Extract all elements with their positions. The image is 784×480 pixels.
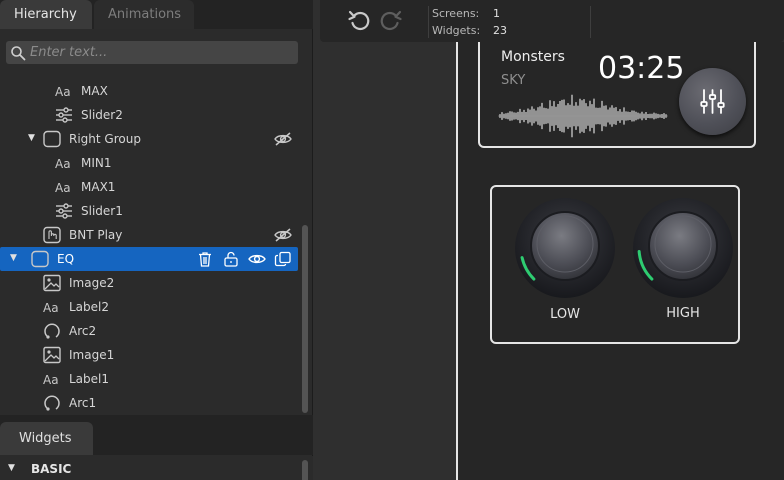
tree-row-max[interactable]: Aa MAX — [0, 79, 298, 103]
tree-row-arc2[interactable]: Arc2 — [0, 319, 298, 343]
tab-hierarchy[interactable]: Hierarchy — [0, 0, 92, 29]
search-icon — [11, 46, 26, 61]
search-input[interactable] — [30, 41, 292, 64]
svg-text:Aa: Aa — [43, 373, 59, 387]
tab-widgets[interactable]: Widgets — [0, 422, 93, 455]
arc-icon — [42, 322, 62, 340]
tree-row-label: Slider1 — [81, 204, 123, 218]
tree-row-slider1[interactable]: Slider1 — [0, 199, 298, 223]
button-icon — [42, 226, 62, 244]
duplicate-icon[interactable] — [274, 251, 292, 267]
tree-row-max1[interactable]: Aa MAX1 — [0, 175, 298, 199]
tree-row-label: MIN1 — [81, 156, 112, 170]
tree-row-label: Arc1 — [69, 396, 97, 410]
hidden-eye-icon[interactable] — [274, 131, 292, 147]
image-icon — [42, 274, 62, 292]
slider-icon — [54, 106, 74, 124]
widgets-tabbar: Widgets — [0, 415, 313, 455]
tree-row-label: Label1 — [69, 372, 110, 386]
widgets-count: 23 — [493, 24, 507, 37]
equalizer-sliders-icon — [700, 89, 725, 114]
unlock-icon[interactable] — [222, 251, 240, 267]
image-icon — [42, 346, 62, 364]
tree-row-label: Right Group — [69, 132, 141, 146]
waveform-image[interactable] — [498, 92, 668, 140]
expand-arrow-icon[interactable]: ▼ — [28, 133, 38, 143]
expand-arrow-icon: ▼ — [8, 463, 15, 473]
toolbar-divider — [590, 6, 591, 38]
svg-text:Aa: Aa — [55, 181, 71, 195]
svg-text:Aa: Aa — [55, 157, 71, 171]
eq-toggle-button[interactable] — [679, 68, 746, 135]
widgets-label: Widgets: — [432, 24, 481, 37]
tree-row-min1[interactable]: Aa MIN1 — [0, 151, 298, 175]
editor-window: Hierarchy Animations Aa MAX Slider2 ▼ Right … — [0, 0, 784, 480]
label-icon: Aa — [54, 154, 74, 172]
tree-row-label1[interactable]: Aa Label1 — [0, 367, 298, 391]
tree-row-label: MAX — [81, 84, 108, 98]
widget-category-basic[interactable]: ▼ BASIC — [0, 456, 313, 480]
search-box — [6, 41, 298, 64]
song-subtitle[interactable]: SKY — [501, 73, 525, 88]
widgets-scrollbar[interactable] — [302, 460, 308, 480]
delete-icon[interactable] — [196, 251, 214, 267]
tree-row-label: Image1 — [69, 348, 115, 362]
tree-row-label: EQ — [57, 252, 75, 266]
expand-arrow-icon[interactable]: ▼ — [10, 253, 20, 263]
hierarchy-tree: Aa MAX Slider2 ▼ Right Group Aa MIN1 Aa MAX1 Slid… — [0, 79, 300, 415]
label-icon: Aa — [54, 178, 74, 196]
tree-row-label: MAX1 — [81, 180, 116, 194]
tree-row-slider2[interactable]: Slider2 — [0, 103, 298, 127]
hierarchy-scrollbar[interactable] — [302, 225, 308, 413]
undo-icon[interactable] — [347, 8, 373, 34]
slider-icon — [54, 202, 74, 220]
tree-row-image1[interactable]: Image1 — [0, 343, 298, 367]
hierarchy-tabbar: Hierarchy Animations — [0, 0, 313, 29]
knob-label-low[interactable]: LOW — [535, 307, 595, 322]
song-title[interactable]: Monsters — [501, 49, 565, 65]
tree-row-label: Label2 — [69, 300, 110, 314]
knob-low[interactable] — [513, 196, 617, 300]
knob-label-high[interactable]: HIGH — [653, 306, 713, 321]
tree-row-label: Slider2 — [81, 108, 123, 122]
container-icon — [42, 130, 62, 148]
tree-row-label2[interactable]: Aa Label2 — [0, 295, 298, 319]
label-icon: Aa — [54, 82, 74, 100]
label-icon: Aa — [42, 370, 62, 388]
label-icon: Aa — [42, 298, 62, 316]
toolbar: Screens: 1 Widgets: 23 — [320, 0, 784, 42]
hierarchy-panel: Hierarchy Animations Aa MAX Slider2 ▼ Right … — [0, 0, 313, 480]
container-icon — [30, 250, 50, 268]
tree-row-label: Image2 — [69, 276, 115, 290]
arc-icon — [42, 394, 62, 412]
hidden-eye-icon[interactable] — [274, 227, 292, 243]
widget-category-label: BASIC — [31, 462, 72, 476]
tree-row-right-group[interactable]: ▼ Right Group — [0, 127, 298, 151]
tree-row-eq[interactable]: ▼ EQ — [0, 247, 298, 271]
tab-animations[interactable]: Animations — [94, 0, 194, 29]
eye-icon[interactable] — [248, 251, 266, 267]
screens-count: 1 — [493, 7, 500, 20]
screens-label: Screens: — [432, 7, 480, 20]
tree-row-label: Arc2 — [69, 324, 97, 338]
tree-row-image2[interactable]: Image2 — [0, 271, 298, 295]
time-display[interactable]: 03:25 — [598, 51, 684, 86]
toolbar-divider — [428, 6, 429, 38]
knob-high[interactable] — [631, 196, 735, 300]
tree-row-bnt-play[interactable]: BNT Play — [0, 223, 298, 247]
svg-text:Aa: Aa — [55, 85, 71, 99]
redo-icon[interactable] — [377, 8, 403, 34]
tree-row-label: BNT Play — [69, 228, 123, 242]
svg-text:Aa: Aa — [43, 301, 59, 315]
tree-row-arc1[interactable]: Arc1 — [0, 391, 298, 415]
